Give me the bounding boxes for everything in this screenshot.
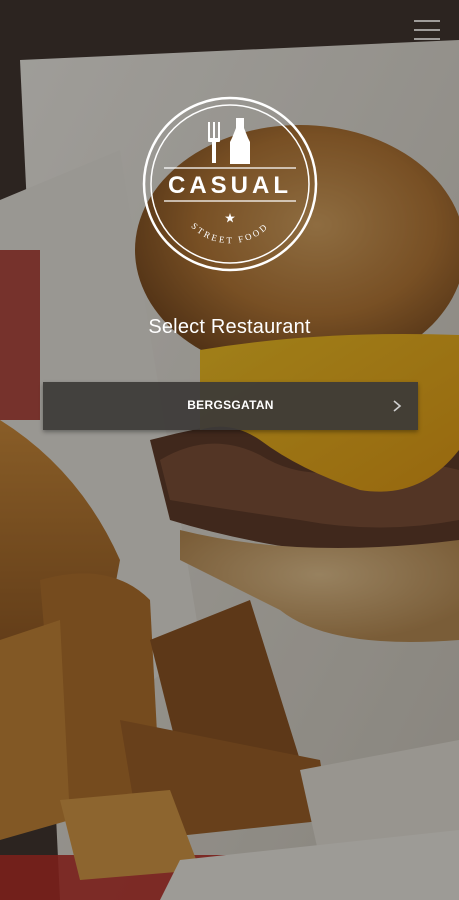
logo-tagline: STREET FOOD — [189, 221, 268, 246]
svg-text:STREET FOOD: STREET FOOD — [189, 221, 270, 246]
chevron-right-icon — [393, 400, 402, 412]
fork-icon — [208, 122, 220, 163]
star-icon — [225, 213, 235, 223]
logo-brand-text: CASUAL — [168, 172, 292, 199]
bottle-icon — [230, 118, 250, 164]
hamburger-menu-icon[interactable] — [414, 20, 440, 42]
restaurant-button-label: BERGSGATAN — [187, 398, 274, 412]
restaurant-button-bergsgatan[interactable]: BERGSGATAN — [43, 382, 418, 430]
select-restaurant-title: Select Restaurant — [148, 316, 311, 338]
casual-logo: CASUAL STREET FOOD — [142, 96, 318, 272]
